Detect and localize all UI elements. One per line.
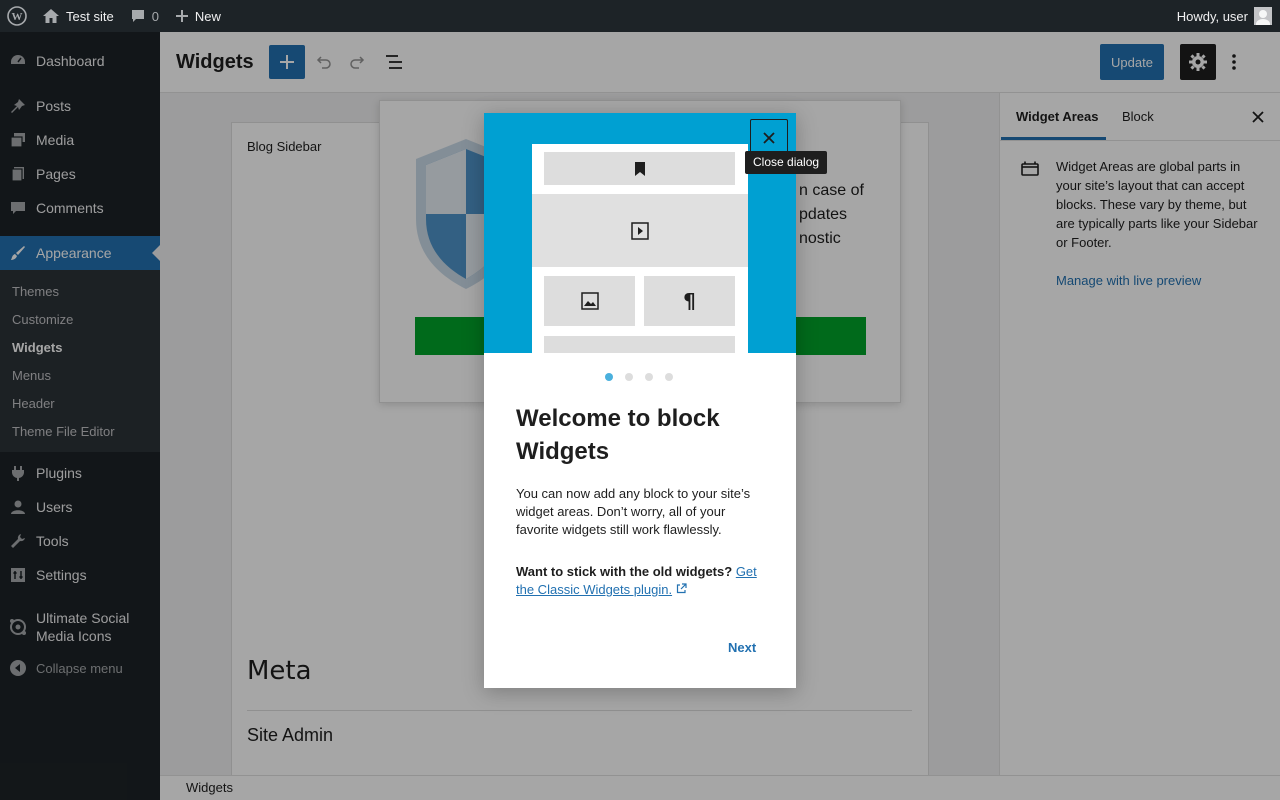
page-dot-1[interactable] bbox=[605, 373, 613, 381]
modal-overlay-sidebar[interactable] bbox=[0, 32, 160, 800]
guide-illustration: ¶ bbox=[484, 113, 796, 353]
page-dot-3[interactable] bbox=[645, 373, 653, 381]
next-button[interactable]: Next bbox=[728, 640, 756, 655]
page-dot-4[interactable] bbox=[665, 373, 673, 381]
comment-icon bbox=[130, 8, 146, 24]
old-widgets-prompt: Want to stick with the old widgets? bbox=[516, 564, 733, 579]
wordpress-logo-icon[interactable]: W bbox=[0, 0, 34, 32]
bookmark-icon bbox=[634, 161, 646, 176]
avatar bbox=[1254, 7, 1272, 25]
new-content-link[interactable]: New bbox=[167, 0, 229, 32]
close-dialog-tooltip: Close dialog bbox=[745, 151, 828, 174]
home-icon bbox=[42, 8, 60, 24]
close-icon bbox=[763, 132, 775, 144]
guide-heading: Welcome to block Widgets bbox=[516, 405, 720, 465]
external-link-icon bbox=[676, 582, 687, 597]
svg-text:W: W bbox=[12, 11, 23, 23]
howdy-text: Howdy, user bbox=[1176, 8, 1248, 24]
extra-block bbox=[544, 336, 735, 353]
account-menu[interactable]: Howdy, user bbox=[1177, 0, 1280, 32]
site-name-link[interactable]: Test site bbox=[34, 0, 122, 32]
site-name: Test site bbox=[66, 8, 114, 24]
page-indicator bbox=[605, 373, 685, 381]
video-icon bbox=[631, 221, 649, 240]
plus-icon bbox=[175, 9, 189, 23]
comments-link[interactable]: 0 bbox=[122, 0, 167, 32]
image-icon bbox=[580, 292, 599, 310]
page-dot-2[interactable] bbox=[625, 373, 633, 381]
video-block bbox=[532, 194, 748, 267]
guide-body: You can now add any block to your site’s… bbox=[516, 486, 751, 537]
comments-count: 0 bbox=[151, 8, 159, 24]
bookmark-block bbox=[544, 152, 735, 185]
image-block bbox=[544, 276, 635, 326]
admin-bar: W Test site 0 New Howdy, user bbox=[0, 0, 1280, 32]
classic-widgets-note: Want to stick with the old widgets? Get … bbox=[516, 563, 768, 599]
paragraph-block: ¶ bbox=[644, 276, 735, 326]
welcome-guide-dialog: ¶ Welcome to block Widgets You can now a… bbox=[484, 113, 796, 688]
paragraph-icon: ¶ bbox=[683, 289, 696, 313]
illustration-card: ¶ bbox=[532, 144, 748, 353]
new-label: New bbox=[194, 8, 221, 24]
